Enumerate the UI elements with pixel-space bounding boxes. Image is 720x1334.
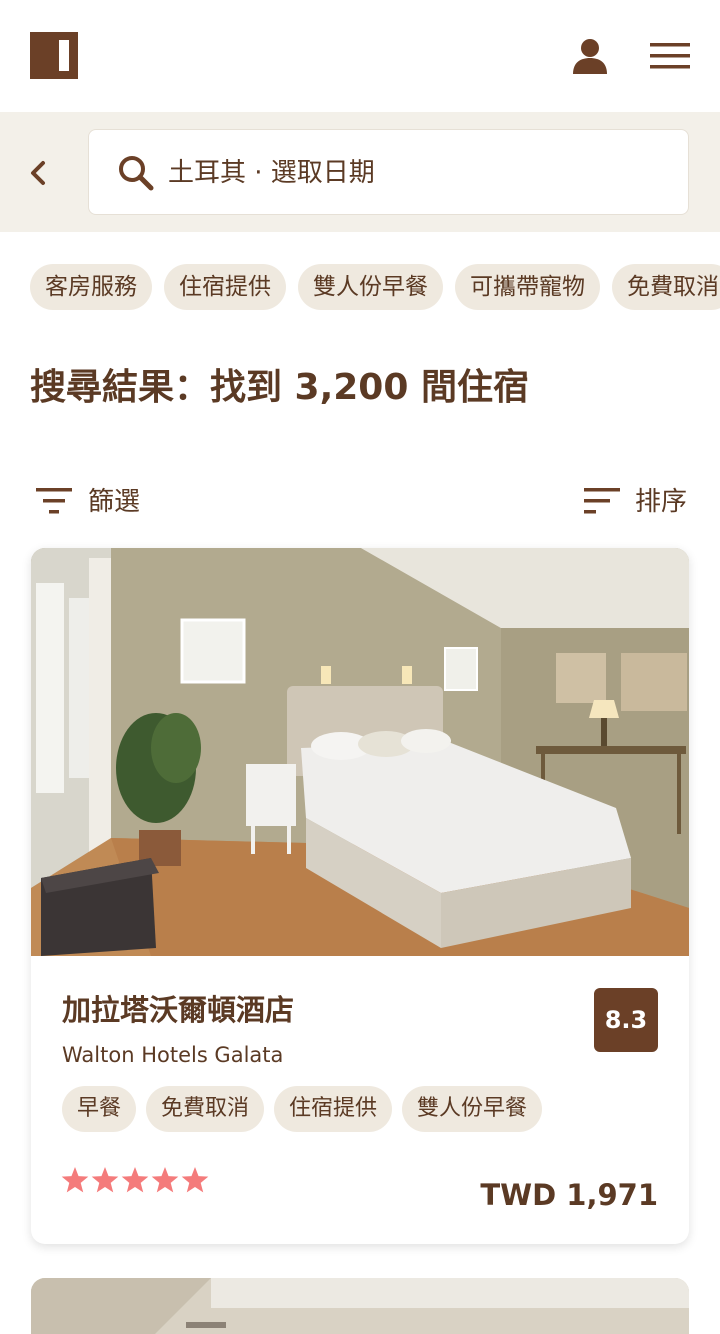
hotel-name-english: Walton Hotels Galata [62, 1043, 284, 1067]
hotel-name[interactable]: 加拉塔沃爾頓酒店 [62, 990, 294, 1030]
sort-icon [584, 488, 620, 514]
amenity-tag: 早餐 [62, 1086, 137, 1132]
hotel-photo [31, 548, 689, 956]
amenity-tag: 住宿提供 [274, 1086, 393, 1132]
user-icon[interactable] [571, 38, 609, 74]
chip-breakfast-for-two[interactable]: 雙人份早餐 [298, 264, 443, 310]
sort-button[interactable]: 排序 [584, 482, 690, 522]
hotel-price: TWD 1,971 [480, 1178, 658, 1212]
amenity-tag: 雙人份早餐 [402, 1086, 543, 1132]
results-title: 搜尋結果：找到 3,200 間住宿 [30, 367, 529, 408]
chip-room-service[interactable]: 客房服務 [30, 264, 152, 310]
sort-label: 排序 [635, 487, 688, 517]
star-icon [61, 1167, 89, 1193]
hotel-card-next[interactable] [31, 1278, 689, 1334]
chip-pets-allowed[interactable]: 可攜帶寵物 [455, 264, 600, 310]
search-icon [119, 156, 154, 191]
brand-logo[interactable] [30, 32, 78, 79]
rating-score-badge: 8.3 [594, 988, 658, 1052]
star-icon [181, 1167, 209, 1193]
search-bar-area: 土耳其 · 選取日期 [0, 112, 720, 232]
search-input[interactable]: 土耳其 · 選取日期 [88, 129, 689, 215]
chip-free-cancellation[interactable]: 免費取消 [612, 264, 720, 310]
hotel-card[interactable]: 加拉塔沃爾頓酒店 Walton Hotels Galata 8.3 早餐 免費取消… [31, 548, 689, 1244]
filter-icon [36, 488, 72, 514]
star-icon [121, 1167, 149, 1193]
logo-bar [59, 40, 69, 71]
hotel-photo-next [31, 1278, 689, 1334]
filter-label: 篩選 [88, 487, 141, 517]
star-icon [91, 1167, 119, 1193]
amenity-tag: 免費取消 [146, 1086, 265, 1132]
chevron-left-icon[interactable] [26, 158, 50, 188]
star-rating [61, 1167, 209, 1193]
hamburger-menu-icon[interactable] [650, 43, 690, 69]
top-header [0, 0, 720, 112]
search-summary-text: 土耳其 · 選取日期 [168, 158, 375, 188]
star-icon [151, 1167, 179, 1193]
chip-accommodation[interactable]: 住宿提供 [164, 264, 286, 310]
filter-chips: 客房服務 住宿提供 雙人份早餐 可攜帶寵物 免費取消 [30, 264, 720, 310]
hotel-amenity-tags: 早餐 免費取消 住宿提供 雙人份早餐 [62, 1086, 662, 1132]
